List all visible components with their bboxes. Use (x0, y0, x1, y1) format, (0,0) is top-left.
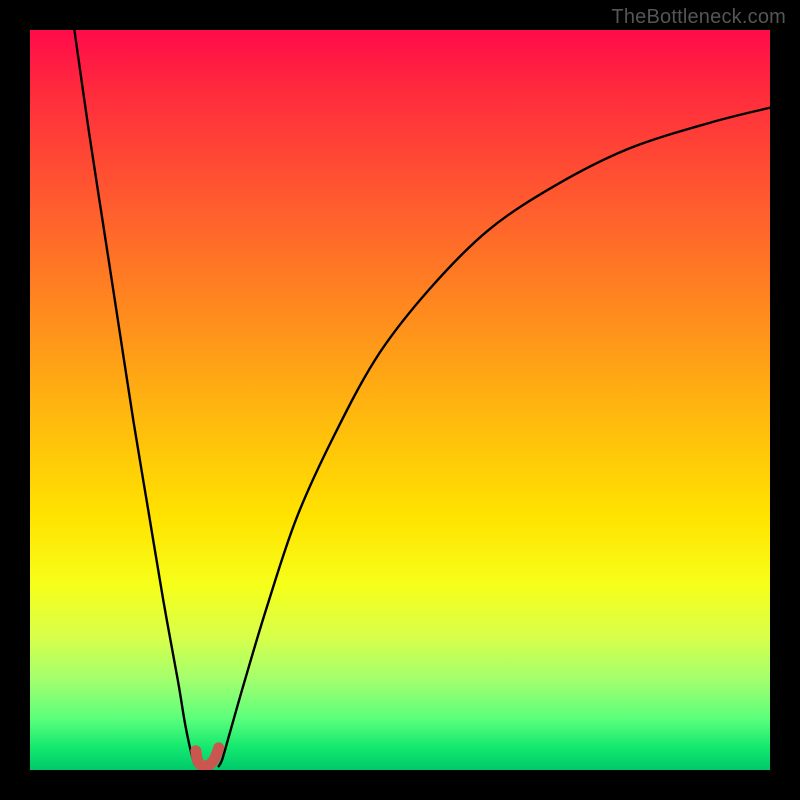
curve-right (219, 108, 770, 767)
curve-left (74, 30, 196, 766)
plot-area (30, 30, 770, 770)
curves-layer (30, 30, 770, 770)
outer-frame: TheBottleneck.com (0, 0, 800, 800)
watermark-text: TheBottleneck.com (611, 6, 786, 29)
valley-marker (196, 748, 219, 767)
